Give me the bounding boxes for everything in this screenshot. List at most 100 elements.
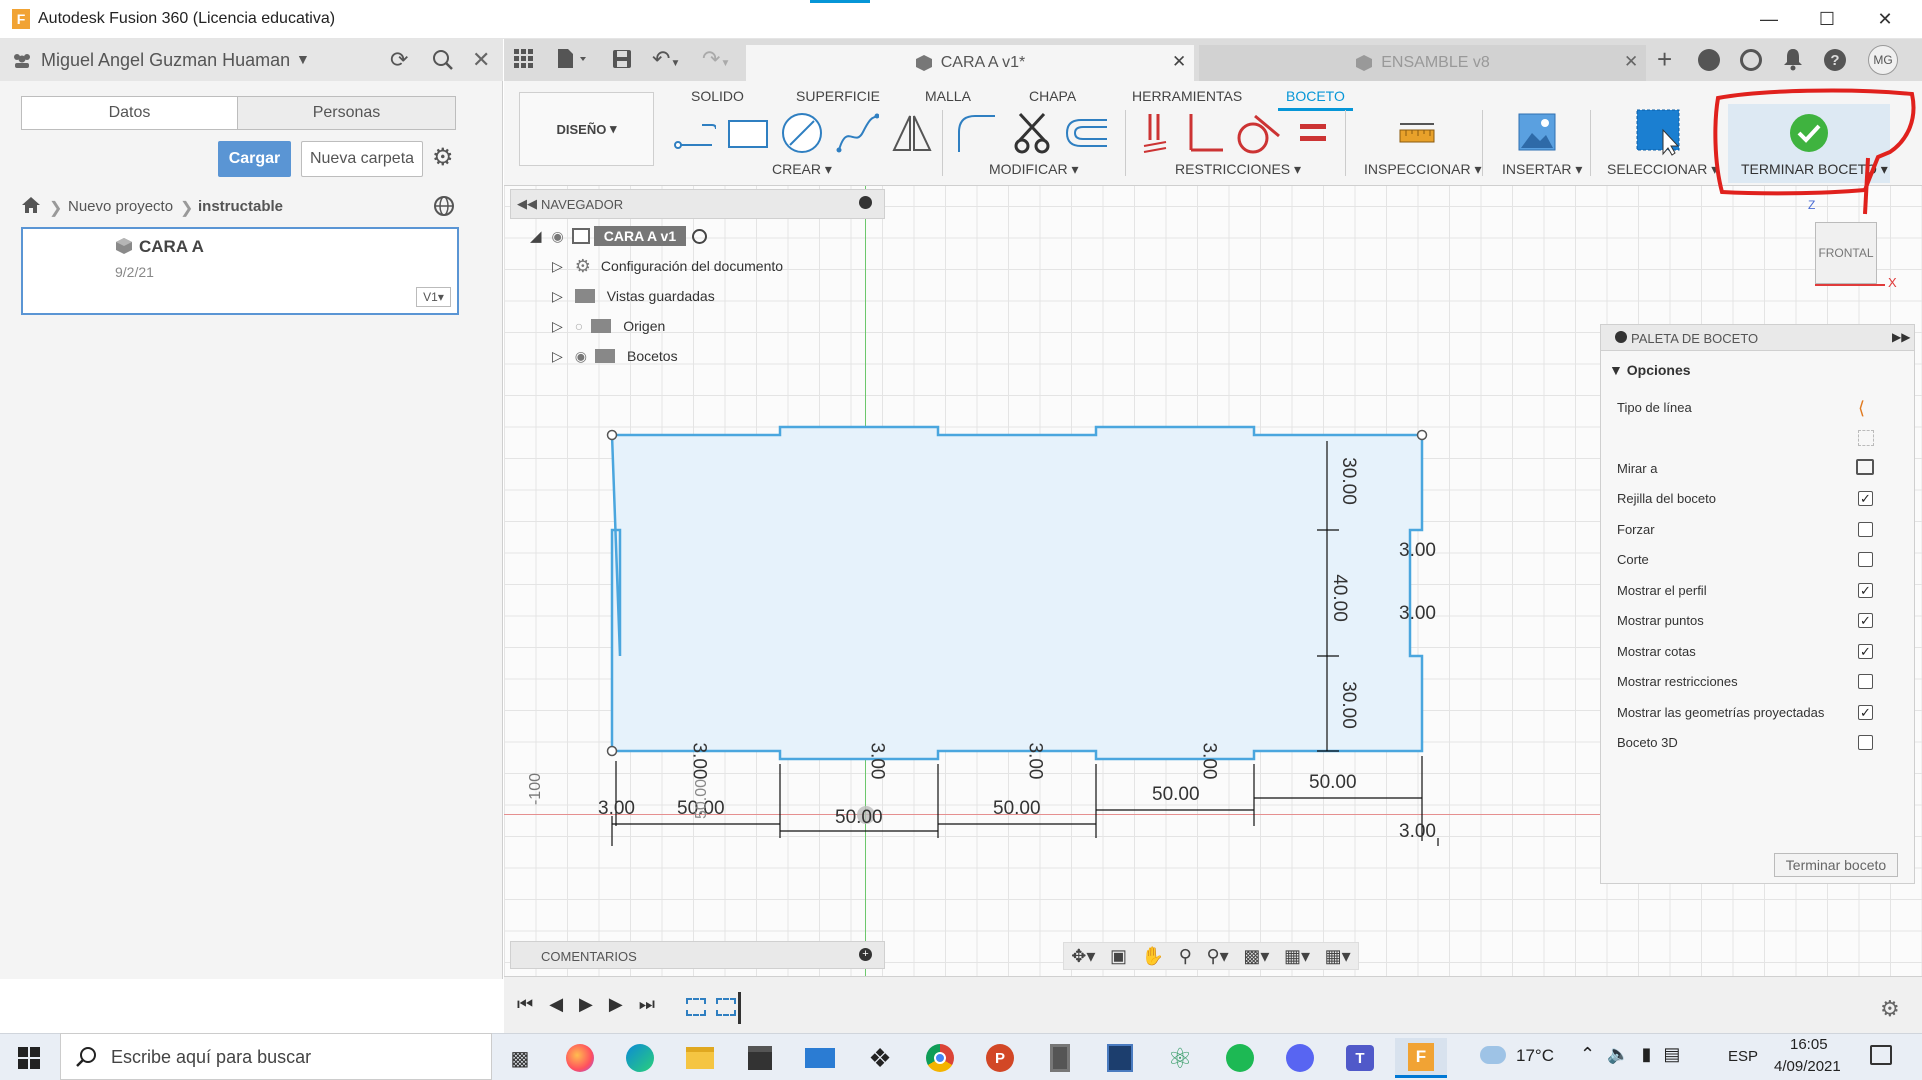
restricciones-menu[interactable]: RESTRICCIONES ▾ [1175, 161, 1301, 178]
minimize-button[interactable]: — [1740, 0, 1798, 39]
app-icon[interactable] [1100, 1038, 1140, 1078]
globe-icon[interactable] [433, 195, 455, 217]
discord-icon[interactable] [1280, 1038, 1320, 1078]
calculator-icon[interactable] [1040, 1038, 1080, 1078]
tab-solido[interactable]: SOLIDO [691, 84, 744, 108]
dimension-label[interactable]: 3.00 [687, 743, 709, 780]
play-icon[interactable]: ▶ [579, 994, 593, 1015]
spotify-icon[interactable] [1220, 1038, 1260, 1078]
firefox-icon[interactable] [560, 1038, 600, 1078]
palette-options-icon[interactable] [1615, 331, 1627, 343]
line-tool-icon[interactable] [672, 113, 716, 153]
refresh-icon[interactable]: ⟳ [390, 47, 408, 73]
sketch-grid-checkbox[interactable]: ✓ [1858, 491, 1873, 506]
options-section-header[interactable]: ▼ Opciones [1609, 362, 1691, 378]
expand-arrow-icon[interactable]: ▷ [552, 258, 563, 275]
dimension-label[interactable]: 50.00 [835, 807, 883, 829]
chevron-up-icon[interactable]: ⌃ [1580, 1044, 1595, 1065]
file-card[interactable]: CARA A 9/2/21 V1 ▾ [21, 227, 459, 315]
expand-arrow-icon[interactable]: ▷ [552, 288, 563, 305]
file-explorer-icon[interactable] [680, 1038, 720, 1078]
mail-icon[interactable] [800, 1038, 840, 1078]
taskbar-search-box[interactable]: Escribe aquí para buscar [60, 1033, 492, 1080]
display-settings-icon[interactable]: ▩▾ [1243, 946, 1269, 967]
navigator-item[interactable]: ▷ Vistas guardadas [552, 282, 715, 310]
dimension-label[interactable]: 3.00 [1399, 540, 1436, 562]
circle-tool-icon[interactable] [780, 111, 824, 155]
projected-geometries-checkbox[interactable]: ✓ [1858, 705, 1873, 720]
mirror-tool-icon[interactable] [890, 112, 932, 154]
tab-ensamble[interactable]: ENSAMBLE v8 [1199, 45, 1646, 81]
tab-boceto[interactable]: BOCETO [1278, 84, 1353, 111]
tab-personas[interactable]: Personas [237, 96, 456, 130]
clock-date[interactable]: 4/09/2021 [1774, 1058, 1841, 1075]
step-back-icon[interactable]: ◀ [549, 994, 563, 1015]
expand-arrow-icon[interactable]: ▷ [552, 318, 563, 335]
help-icon[interactable]: ? [1824, 49, 1846, 71]
breadcrumb-project[interactable]: Nuevo proyecto [68, 198, 173, 215]
task-view-icon[interactable]: ▩ [500, 1038, 540, 1078]
store-icon[interactable] [740, 1038, 780, 1078]
dimension-label[interactable]: 30.00 [1337, 681, 1359, 729]
look-at-icon[interactable] [1856, 459, 1874, 475]
close-tab-icon[interactable]: ✕ [1624, 52, 1638, 72]
dimension-label[interactable]: 30.00 [1337, 457, 1359, 505]
dimension-label[interactable]: 50.00 [993, 798, 1041, 820]
weather-icon[interactable] [1480, 1046, 1506, 1064]
dimension-label[interactable]: 40.00 [1328, 574, 1350, 622]
comments-bar[interactable]: COMENTARIOS + [510, 941, 885, 969]
chevron-down-icon[interactable]: ▼ [296, 51, 310, 67]
extensions-icon[interactable] [1698, 49, 1720, 71]
dimension-label[interactable]: 3.00 [1023, 743, 1045, 780]
navigator-item[interactable]: ▷ ○ Origen [552, 312, 665, 340]
language-indicator[interactable]: ESP [1728, 1048, 1758, 1065]
show-constraints-checkbox[interactable] [1858, 674, 1873, 689]
app-grid-icon[interactable] [514, 49, 534, 69]
orbit-icon[interactable]: ✥▾ [1071, 946, 1095, 967]
eye-hidden-icon[interactable]: ○ [575, 318, 583, 334]
navigator-item[interactable]: ▷ ◉ Bocetos [552, 342, 678, 370]
modificar-menu[interactable]: MODIFICAR ▾ [989, 161, 1078, 178]
search-icon[interactable] [432, 49, 454, 71]
step-forward-icon[interactable]: ▶ [609, 994, 623, 1015]
tab-cara-a[interactable]: CARA A v1* [746, 45, 1194, 81]
new-tab-icon[interactable]: + [1657, 44, 1672, 75]
expand-arrow-icon[interactable]: ◢ [530, 227, 542, 245]
tab-chapa[interactable]: CHAPA [1029, 84, 1076, 108]
expand-arrow-icon[interactable]: ▷ [552, 348, 563, 365]
trim-scissors-icon[interactable] [1012, 110, 1056, 156]
pan-hand-icon[interactable]: ✋ [1142, 946, 1164, 967]
show-dimensions-checkbox[interactable]: ✓ [1858, 644, 1873, 659]
tangent-constraint-icon[interactable] [1235, 112, 1281, 156]
look-at-icon[interactable]: ▣ [1110, 946, 1127, 967]
slice-checkbox[interactable] [1858, 552, 1873, 567]
upload-button[interactable]: Cargar [218, 141, 291, 177]
new-folder-button[interactable]: Nueva carpeta [301, 141, 423, 177]
dimension-label[interactable]: 50.00 [1152, 784, 1200, 806]
windows-start-icon[interactable] [18, 1047, 40, 1069]
edge-icon[interactable] [620, 1038, 660, 1078]
version-dropdown[interactable]: V1 ▾ [416, 287, 451, 307]
maximize-button[interactable]: ☐ [1798, 0, 1856, 39]
file-menu-icon[interactable] [556, 48, 590, 70]
viewports-icon[interactable]: ▦▾ [1325, 946, 1351, 967]
snap-checkbox[interactable] [1858, 522, 1873, 537]
offset-tool-icon[interactable] [1063, 114, 1109, 152]
timeline-settings-gear-icon[interactable]: ⚙ [1880, 996, 1900, 1022]
dimension-label[interactable]: 3.00 [1399, 821, 1436, 843]
go-to-end-icon[interactable]: ⏭ [639, 994, 655, 1015]
user-name[interactable]: Miguel Angel Guzman Huaman [41, 50, 290, 71]
dimension-label[interactable]: 50.00 [693, 779, 711, 819]
construction-line-icon[interactable]: ⟨ [1858, 398, 1865, 419]
home-icon[interactable] [21, 196, 41, 214]
collapse-navigator-icon[interactable]: ◀◀ [517, 196, 537, 212]
rectangle-tool-icon[interactable] [727, 117, 769, 151]
activate-radio-icon[interactable] [692, 228, 708, 244]
dimension-label[interactable]: 3.00 [1399, 603, 1436, 625]
spline-tool-icon[interactable] [835, 112, 879, 154]
insert-image-icon[interactable] [1518, 113, 1556, 151]
dimension-label[interactable]: 50.00 [1309, 772, 1357, 794]
atom-icon[interactable]: ⚛ [1160, 1038, 1200, 1078]
tab-malla[interactable]: MALLA [925, 84, 971, 108]
job-status-icon[interactable] [1740, 49, 1762, 71]
